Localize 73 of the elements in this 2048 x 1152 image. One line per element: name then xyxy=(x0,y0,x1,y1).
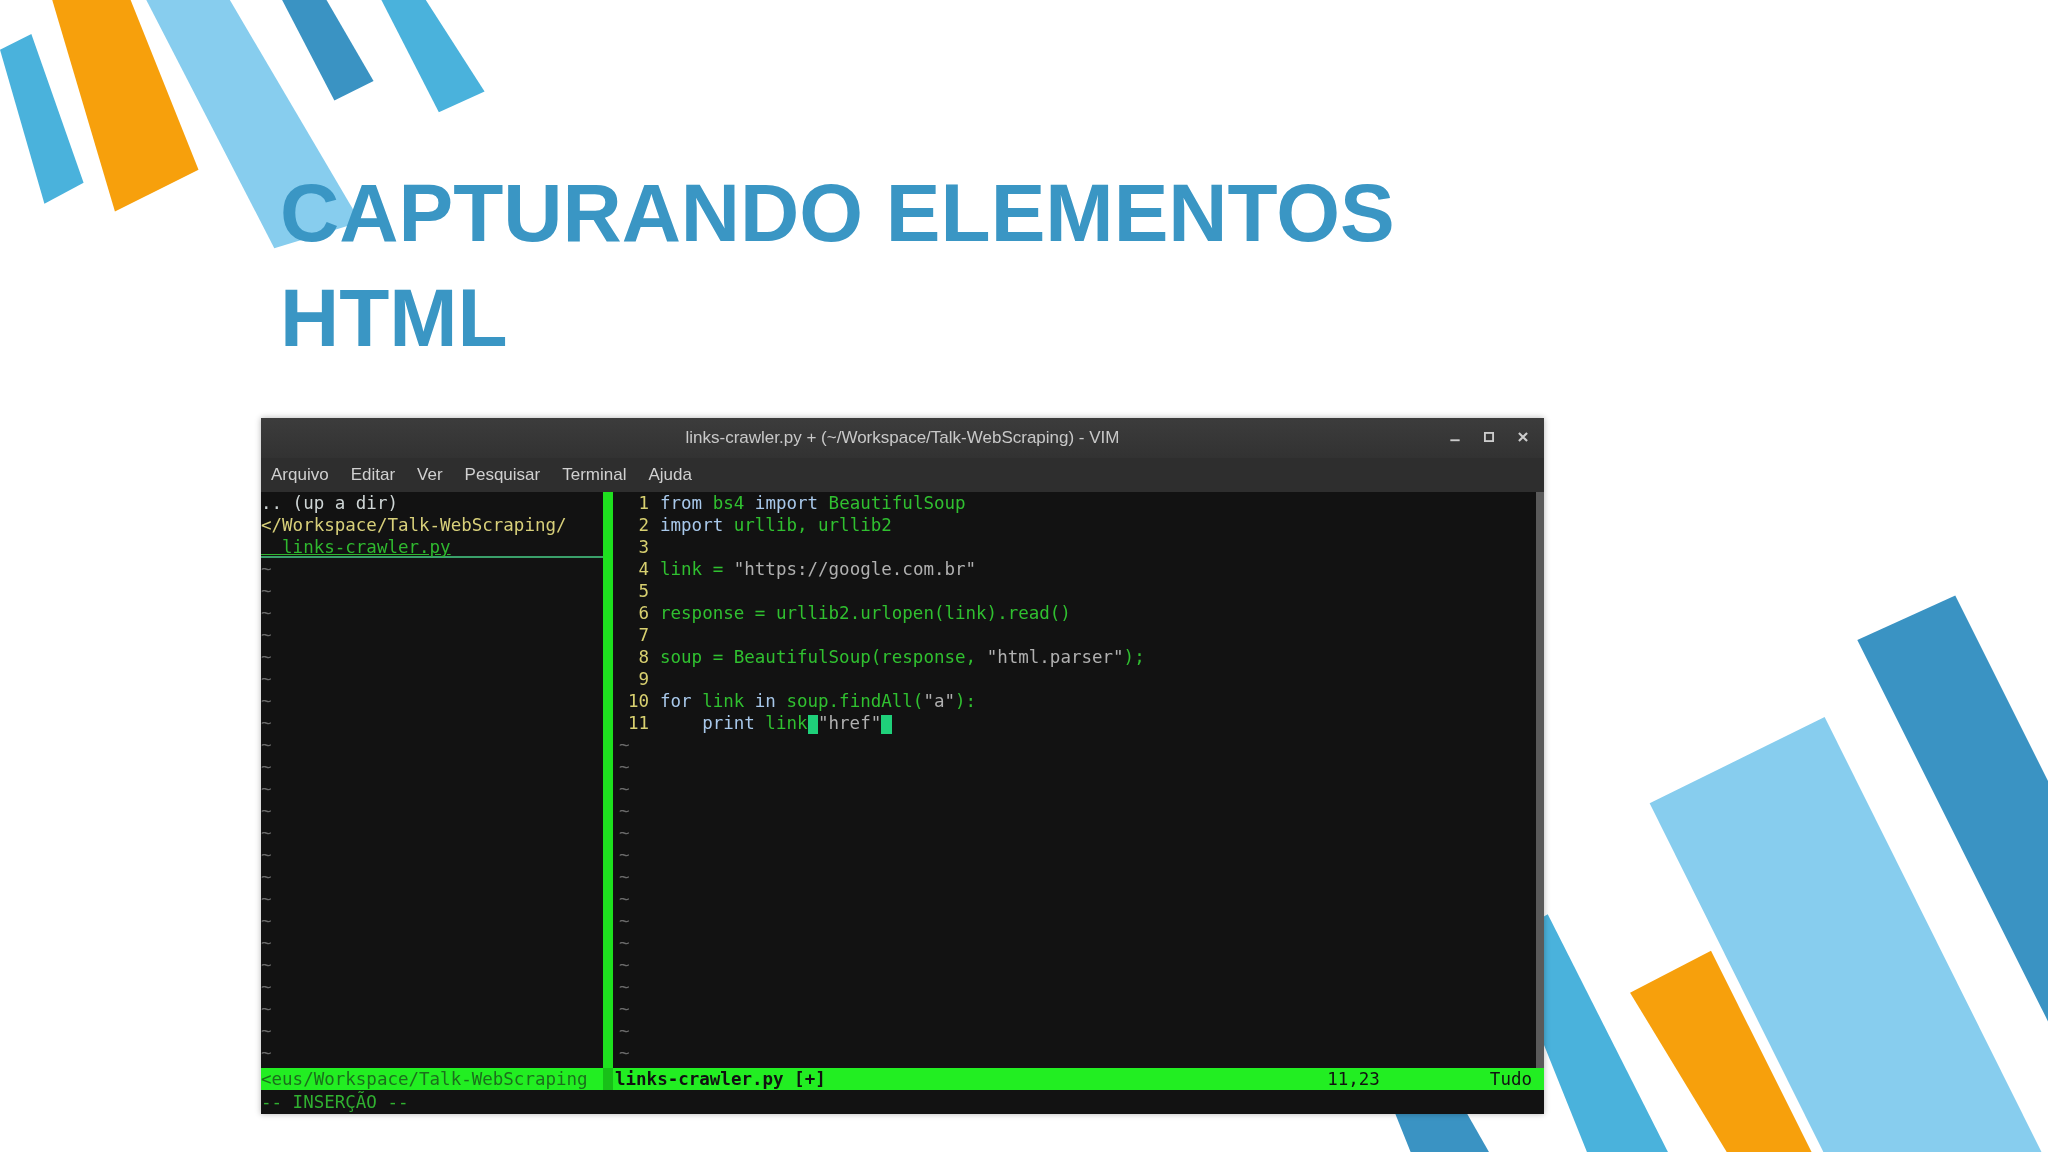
empty-line-marker: ~ xyxy=(261,823,272,843)
line-number: 11 xyxy=(626,712,649,734)
empty-line-marker: ~ xyxy=(619,823,630,843)
empty-line-marker: ~ xyxy=(261,889,272,909)
line-number: 4 xyxy=(637,558,649,580)
line-number: 10 xyxy=(626,690,649,712)
empty-line-marker: ~ xyxy=(261,603,272,623)
status-path: <eus/Workspace/Talk-WebScraping xyxy=(261,1069,589,1089)
code-line: soup = BeautifulSoup(response, "html.parser"); xyxy=(660,646,1145,668)
empty-line-marker: ~ xyxy=(261,977,272,997)
empty-line-marker: ~ xyxy=(619,933,630,953)
close-icon[interactable] xyxy=(1516,430,1530,444)
file-entry[interactable]: links-crawler.py xyxy=(261,536,603,558)
scrollbar[interactable] xyxy=(1536,492,1544,1068)
menu-item[interactable]: Arquivo xyxy=(271,465,329,485)
scroll-position: Tudo xyxy=(1489,1069,1532,1089)
menu-item[interactable]: Pesquisar xyxy=(464,465,541,485)
empty-line-marker: ~ xyxy=(261,867,272,887)
empty-line-marker: ~ xyxy=(619,977,630,997)
status-file-name: links-crawler.py [+] xyxy=(615,1069,826,1089)
empty-line-marker: ~ xyxy=(261,647,272,667)
empty-line-marker: ~ xyxy=(619,867,630,887)
code-line: print link "href" xyxy=(660,712,892,734)
code-line: for link in soup.findAll("a"): xyxy=(660,690,977,712)
code-line: from bs4 import BeautifulSoup xyxy=(660,492,966,514)
empty-line-marker: ~ xyxy=(261,757,272,777)
empty-line-marker: ~ xyxy=(261,669,272,689)
menu-item[interactable]: Terminal xyxy=(562,465,627,485)
code-line: import urllib, urllib2 xyxy=(660,514,892,536)
line-number: 3 xyxy=(637,536,649,558)
empty-line-marker: ~ xyxy=(619,845,630,865)
empty-line-marker: ~ xyxy=(261,955,272,975)
empty-line-marker: ~ xyxy=(261,691,272,711)
empty-line-marker: ~ xyxy=(261,801,272,821)
menu-item[interactable]: Ver xyxy=(417,465,443,485)
empty-line-marker: ~ xyxy=(619,757,630,777)
mode-indicator: -- INSERÇÃO -- xyxy=(261,1092,409,1112)
code-line: response = urllib2.urlopen(link).read() xyxy=(660,602,1071,624)
empty-line-marker: ~ xyxy=(619,955,630,975)
line-number: 2 xyxy=(637,514,649,536)
line-number: 5 xyxy=(637,580,649,602)
code-line: link = "https://google.com.br" xyxy=(660,558,977,580)
empty-line-marker: ~ xyxy=(261,933,272,953)
window-title: links-crawler.py + (~/Workspace/Talk-WebScraping) - VIM xyxy=(685,428,1120,448)
line-number: 9 xyxy=(637,668,649,690)
empty-line-marker: ~ xyxy=(261,845,272,865)
empty-line-marker: ~ xyxy=(619,999,630,1019)
empty-line-marker: ~ xyxy=(619,801,630,821)
empty-line-marker: ~ xyxy=(261,779,272,799)
empty-line-marker: ~ xyxy=(619,1021,630,1041)
menu-item[interactable]: Editar xyxy=(350,465,396,485)
line-number: 7 xyxy=(637,624,649,646)
cursor-position: 11,23 xyxy=(1327,1069,1380,1089)
empty-line-marker: ~ xyxy=(619,735,630,755)
empty-line-marker: ~ xyxy=(261,1043,272,1063)
line-number: 1 xyxy=(637,492,649,514)
empty-line-marker: ~ xyxy=(619,911,630,931)
empty-line-marker: ~ xyxy=(261,911,272,931)
menu-item[interactable]: Ajuda xyxy=(648,465,692,485)
parent-dir-entry[interactable]: .. (up a dir) xyxy=(261,492,603,514)
maximize-icon[interactable] xyxy=(1482,430,1496,444)
empty-line-marker: ~ xyxy=(261,581,272,601)
directory-entry[interactable]: </Workspace/Talk-WebScraping/ xyxy=(261,514,603,536)
empty-line-marker: ~ xyxy=(261,999,272,1019)
empty-line-marker: ~ xyxy=(261,735,272,755)
line-number: 8 xyxy=(637,646,649,668)
line-number: 6 xyxy=(637,602,649,624)
empty-line-marker: ~ xyxy=(261,625,272,645)
empty-line-marker: ~ xyxy=(619,779,630,799)
empty-line-marker: ~ xyxy=(619,1043,630,1063)
empty-line-marker: ~ xyxy=(619,889,630,909)
empty-line-marker: ~ xyxy=(261,1021,272,1041)
empty-line-marker: ~ xyxy=(261,713,272,733)
